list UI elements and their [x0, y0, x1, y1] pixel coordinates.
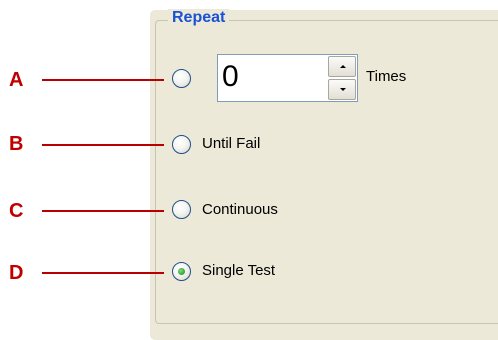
- callout-line-d: [42, 272, 164, 274]
- label-until-fail[interactable]: Until Fail: [202, 135, 260, 153]
- spin-up-button[interactable]: [328, 56, 356, 77]
- label-continuous[interactable]: Continuous: [202, 201, 278, 219]
- radio-until-fail[interactable]: [172, 135, 191, 154]
- triangle-down-icon: [340, 88, 346, 91]
- repeat-count-spinner: [217, 54, 358, 102]
- label-single-test[interactable]: Single Test: [202, 262, 275, 280]
- callout-letter-a: A: [9, 69, 24, 91]
- radio-selected-dot: [178, 268, 185, 275]
- radio-single-test[interactable]: [172, 262, 191, 281]
- callout-line-b: [42, 144, 164, 146]
- radio-times[interactable]: [172, 69, 191, 88]
- callout-letter-d: D: [9, 262, 24, 284]
- groupbox-title: Repeat: [168, 9, 230, 27]
- callout-line-a: [42, 79, 164, 81]
- spin-down-button[interactable]: [328, 79, 356, 100]
- triangle-up-icon: [340, 65, 346, 68]
- repeat-count-input[interactable]: [222, 57, 322, 97]
- radio-continuous[interactable]: [172, 200, 191, 219]
- callout-line-c: [42, 210, 164, 212]
- callout-letter-c: C: [9, 200, 24, 222]
- times-label: Times: [366, 68, 407, 85]
- callout-letter-b: B: [9, 133, 24, 155]
